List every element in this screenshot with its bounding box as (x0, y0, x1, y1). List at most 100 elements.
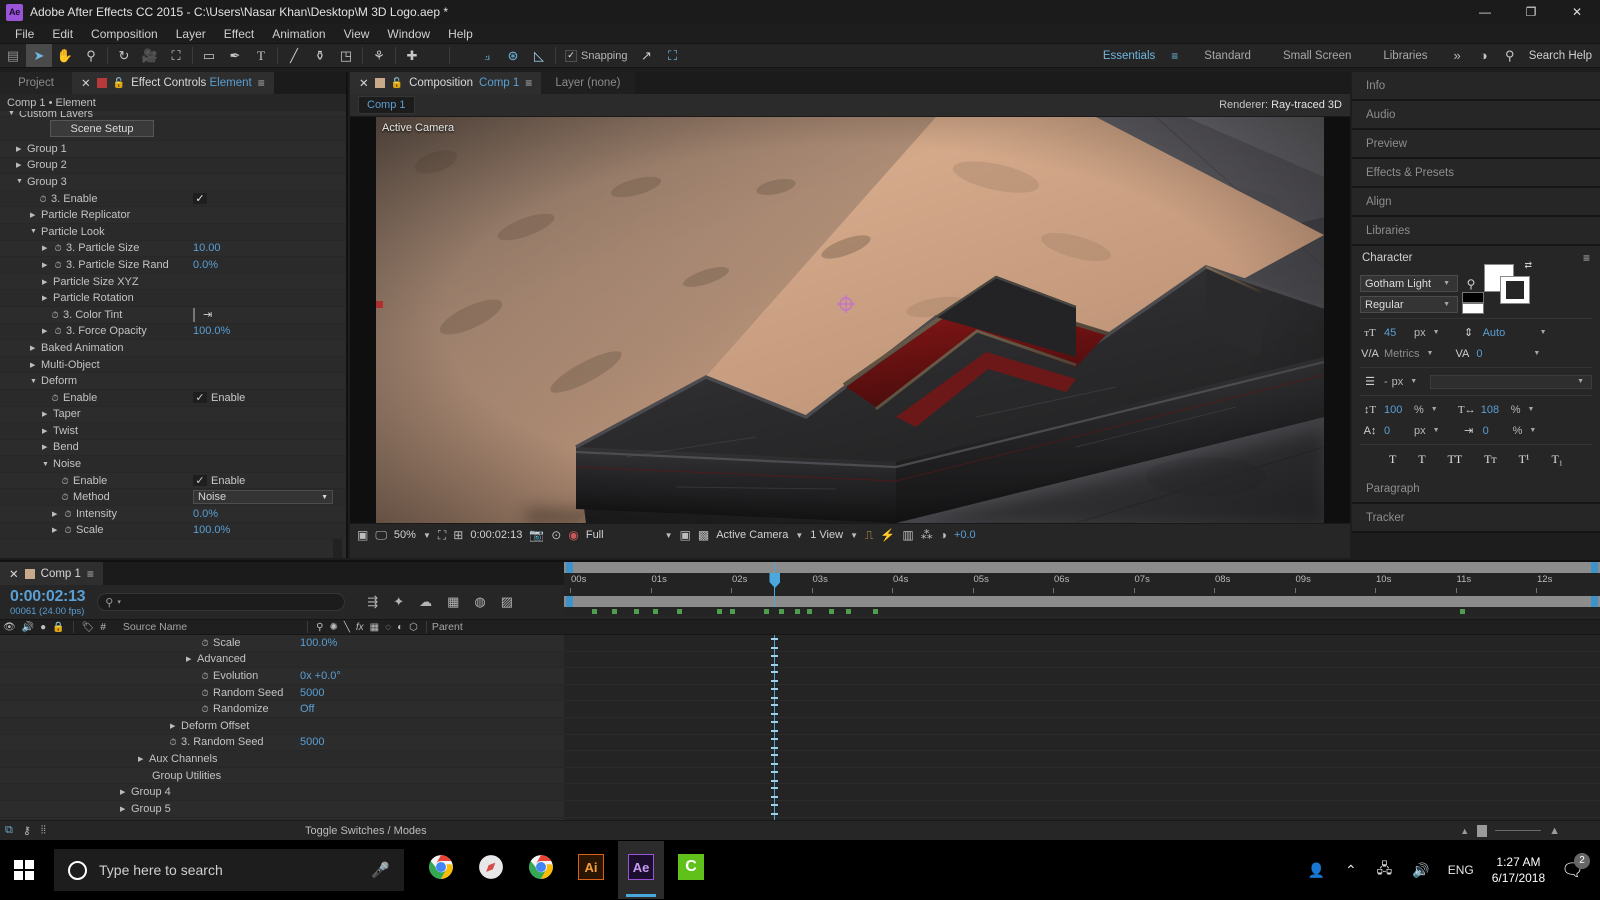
chevron-down-icon[interactable]: ▼ (1526, 427, 1539, 434)
close-icon[interactable]: ✕ (9, 567, 19, 581)
view-layout-value[interactable]: 1 View (810, 529, 843, 541)
noise-method-row-dropdown[interactable]: Noise▼ (193, 490, 333, 504)
chevron-down-icon[interactable]: ▼ (30, 378, 38, 385)
menu-composition[interactable]: Composition (82, 26, 167, 42)
track-row[interactable] (564, 701, 1600, 718)
deform-enable-row-checkbox[interactable]: ✓Enable (193, 392, 245, 404)
viewer-timecode[interactable]: 0:00:02:13 (470, 529, 522, 541)
resolution-value[interactable]: Full (586, 529, 604, 541)
chevron-right-icon[interactable]: ▶ (42, 410, 50, 418)
chevron-down-icon[interactable]: ▼ (1537, 329, 1550, 336)
shape-tool[interactable]: ▭ (196, 44, 222, 67)
graph-snapshot-icon[interactable]: ▨ (501, 594, 513, 610)
zoom-level-value[interactable]: 50% (394, 529, 416, 541)
channel-rgb-icon[interactable]: ◉ (568, 528, 578, 542)
small-caps-button[interactable]: Tᴛ (1484, 452, 1497, 467)
maximize-button[interactable]: ❐ (1508, 0, 1554, 24)
deform-enable-row[interactable]: ⏱Enable✓Enable (0, 390, 346, 407)
render-preview[interactable]: Active Camera (376, 117, 1324, 523)
snap-bounds-icon[interactable]: ⛶ (660, 44, 686, 67)
grid-guides-icon[interactable]: ⊞ (453, 528, 463, 542)
panel-menu-icon[interactable]: ≡ (1583, 251, 1590, 265)
row-scale-value[interactable]: 100.0% (300, 637, 337, 649)
parent-header[interactable]: Parent (432, 621, 463, 633)
tab-layer[interactable]: Layer (none) (541, 72, 634, 94)
fast-previews-icon[interactable]: ⚡ (880, 528, 895, 542)
force-opacity-row[interactable]: ▶⏱3. Force Opacity100.0% (0, 324, 346, 341)
chevron-right-icon[interactable]: ▶ (42, 443, 50, 451)
keyframe-marker[interactable] (717, 609, 722, 614)
timeline-ruler[interactable]: 00s01s02s03s04s05s06s07s08s09s10s11s12s (564, 562, 1600, 607)
tracking-value[interactable]: 0 (1476, 348, 1512, 360)
menu-animation[interactable]: Animation (263, 26, 334, 42)
color-tint-row-color-swatch[interactable]: ⇥ (193, 308, 212, 321)
stopwatch-icon[interactable]: ⏱ (53, 260, 63, 270)
keyframe-marker[interactable] (612, 609, 617, 614)
motion-blur-icon[interactable]: ◌ (382, 622, 394, 633)
create-shapes-icon[interactable]: ✦ (393, 594, 404, 610)
exposure-icon[interactable]: ◑ (940, 528, 947, 542)
chevron-right-icon[interactable]: ▶ (30, 344, 38, 352)
table-row[interactable]: ⏱RandomizeOff (0, 701, 564, 718)
stopwatch-icon[interactable]: ⏱ (50, 310, 60, 320)
scene-setup-row[interactable]: Scene Setup (0, 117, 346, 141)
3d-layer-icon[interactable]: ⬡ (406, 622, 421, 633)
stopwatch-icon[interactable]: ⏱ (200, 638, 210, 648)
panel-tracker[interactable]: Tracker (1352, 504, 1600, 533)
snapping-checkbox[interactable]: ✓ (565, 50, 577, 62)
track-row[interactable] (564, 718, 1600, 735)
taskbar-app-chrome-2[interactable] (518, 841, 564, 899)
group-2-row[interactable]: ▶Group 2 (0, 158, 346, 175)
subscript-button[interactable]: T₁ (1551, 452, 1563, 467)
video-visibility-icon[interactable]: 👁 (0, 622, 19, 633)
particle-size-rand-row-value[interactable]: 0.0% (193, 259, 218, 271)
row-evolution-value[interactable]: 0x +0.0° (300, 670, 341, 682)
taskbar-app-compass[interactable] (468, 841, 514, 899)
taper-row[interactable]: ▶Taper (0, 407, 346, 424)
menu-layer[interactable]: Layer (167, 26, 215, 42)
network-icon[interactable]: 🖧 (1367, 858, 1403, 882)
keyframe-marker[interactable] (1460, 609, 1465, 614)
eyedropper-icon[interactable]: ⚲ (1462, 277, 1480, 291)
chevron-right-icon[interactable]: ▶ (42, 427, 50, 435)
twist-row[interactable]: ▶Twist (0, 423, 346, 440)
horizontal-scale-value[interactable]: 108 (1481, 404, 1507, 416)
panel-paragraph[interactable]: Paragraph (1352, 475, 1600, 504)
leading-value[interactable]: Auto (1483, 327, 1519, 339)
work-area-end-handle[interactable] (1591, 562, 1598, 573)
table-row[interactable]: ⏱Random Seed5000 (0, 685, 564, 702)
hand-tool[interactable]: ✋ (52, 44, 78, 67)
tab-timeline-comp[interactable]: ✕ Comp 1 ≡ (0, 562, 103, 585)
lock-icon[interactable]: 🔒 (49, 622, 67, 633)
fx-icon[interactable]: fx (353, 622, 367, 633)
shy-icon[interactable]: ⚲ (313, 622, 326, 633)
region-of-interest-icon[interactable]: ⛶ (438, 528, 446, 543)
color-swatch[interactable] (193, 308, 195, 322)
stopwatch-icon[interactable]: ⏱ (38, 194, 48, 204)
tsume-value[interactable]: 0 (1483, 425, 1509, 437)
workspace-standard[interactable]: Standard (1188, 50, 1267, 62)
keyframe-marker[interactable] (677, 609, 682, 614)
bend-row[interactable]: ▶Bend (0, 440, 346, 457)
particle-size-row[interactable]: ▶⏱3. Particle Size10.00 (0, 241, 346, 258)
stopwatch-icon[interactable]: ⏱ (63, 525, 73, 535)
comp-flowchart-icon[interactable]: ⁂ (921, 528, 933, 542)
graph-toggle-icon[interactable]: ⦙⦙ (36, 824, 51, 837)
fill-stroke-colors[interactable]: ⇄ (1484, 264, 1530, 304)
timeline-search-field[interactable]: ⚲ ▾ (97, 593, 345, 611)
renderer-info[interactable]: Renderer: Ray-traced 3D (1219, 99, 1342, 111)
chevron-down-icon[interactable]: ▼ (16, 178, 24, 185)
chevron-right-icon[interactable]: ▶ (52, 526, 60, 534)
snapshot-icon[interactable]: 📷 (529, 528, 544, 542)
keyframe-marker[interactable] (807, 609, 812, 614)
stopwatch-icon[interactable]: ⏱ (60, 476, 70, 486)
microphone-icon[interactable]: 🎤 (371, 861, 390, 879)
chevron-down-icon[interactable]: ▼ (30, 228, 38, 235)
table-row[interactable]: ⏱Scale100.0% (0, 635, 564, 652)
track-row[interactable] (564, 768, 1600, 785)
track-row[interactable] (564, 751, 1600, 768)
audio-icon[interactable]: 🔊 (19, 622, 37, 633)
work-area-bar[interactable] (564, 562, 1600, 573)
layer-number-header[interactable]: # (97, 622, 109, 633)
local-axis-mode-icon[interactable]: ⟓ (474, 44, 500, 67)
